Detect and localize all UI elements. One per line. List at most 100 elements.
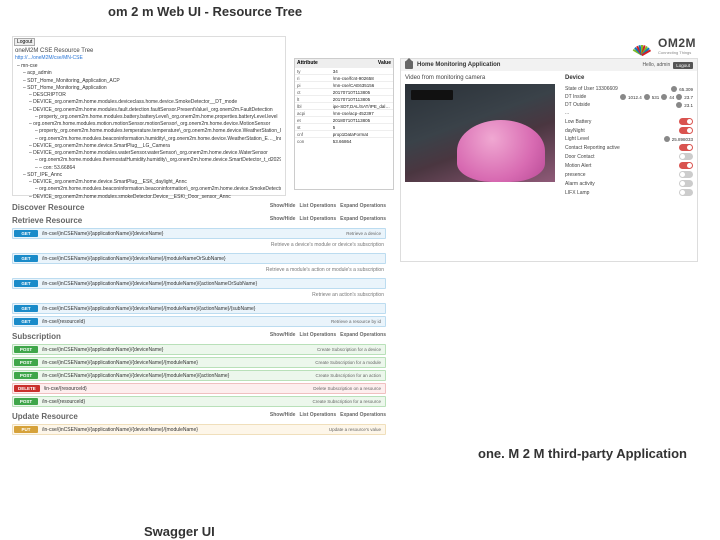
attr-val: prop1DataFormat <box>333 132 391 137</box>
swagger-toolbar-link[interactable]: List Operations <box>299 412 336 418</box>
attr-key: et <box>297 118 333 123</box>
http-method-badge: GET <box>14 305 38 312</box>
device-name: Motion Alert <box>565 163 677 169</box>
logout-button[interactable]: Logout <box>14 38 35 46</box>
http-method-badge: POST <box>14 346 38 353</box>
swagger-section-title[interactable]: Retrieve ResourceShow/HideList Operation… <box>12 213 386 226</box>
http-method-badge: POST <box>14 398 38 405</box>
swagger-toolbar-link[interactable]: Expand Operations <box>340 203 386 209</box>
device-name: LIFX Lamp <box>565 190 677 196</box>
tree-node[interactable]: – – con: 53.66864 <box>17 165 281 172</box>
toggle-switch[interactable] <box>679 144 693 151</box>
http-method-badge: DELETE <box>14 385 40 392</box>
swagger-section-title[interactable]: SubscriptionShow/HideList OperationsExpa… <box>12 329 386 342</box>
logo-icon <box>628 32 654 58</box>
endpoint-desc: Delete Subscription on a resource <box>310 386 384 391</box>
om2m-logo: OM2M Connecting Things <box>628 32 696 58</box>
swagger-panel: Discover ResourceShow/HideList Operation… <box>12 200 386 520</box>
attr-val: 20170710T113805 <box>333 90 391 95</box>
toggle-switch[interactable] <box>679 171 693 178</box>
swagger-toolbar-link[interactable]: Show/Hide <box>270 216 296 222</box>
swagger-operation[interactable]: GET/in-cse/{inCSEName}/{applicationName}… <box>12 303 386 314</box>
metric-value: 23.1 <box>684 103 693 108</box>
tree-node[interactable]: – DEVICE_org.onem2m.home.modules.devicec… <box>17 99 281 106</box>
device-row: dayNight <box>565 126 693 135</box>
toggle-switch[interactable] <box>679 162 693 169</box>
tree-node[interactable]: – SDT_IPE_Annc <box>17 172 281 179</box>
tree-node[interactable]: – org.onem2m.home.modules.thermostatHumi… <box>17 157 281 164</box>
attr-row: con53.66864 <box>295 137 393 144</box>
swagger-toolbar-link[interactable]: Expand Operations <box>340 216 386 222</box>
swagger-operation[interactable]: POST/in-cse/{inCSEName}/{applicationName… <box>12 357 386 368</box>
toggle-switch[interactable] <box>679 180 693 187</box>
swagger-toolbar-link[interactable]: List Operations <box>299 332 336 338</box>
toggle-switch[interactable] <box>679 153 693 160</box>
toggle-switch[interactable] <box>679 189 693 196</box>
attr-row: et20180710T113805 <box>295 116 393 123</box>
home-logout-button[interactable]: Logout <box>673 62 693 69</box>
attr-key: ri <box>297 76 333 81</box>
swagger-operation[interactable]: DELETE/in-cse/{resourceId}Delete Subscri… <box>12 383 386 394</box>
tree-node[interactable]: – org.onem2m.home.modules.motion.motionS… <box>17 121 281 128</box>
attr-val: 53.66864 <box>333 139 391 144</box>
attr-col-name: Attribute <box>297 60 378 66</box>
tree-node[interactable]: – property_org.onem2m.home.modules.tempe… <box>17 128 281 135</box>
swagger-operation[interactable]: GET/in-cse/{resourceId}Retrieve a resour… <box>12 316 386 327</box>
swagger-section-title[interactable]: Update ResourceShow/HideList OperationsE… <box>12 409 386 422</box>
toggle-switch[interactable] <box>679 127 693 134</box>
swagger-toolbar-link[interactable]: Show/Hide <box>270 203 296 209</box>
metric-value: 531 <box>652 95 660 100</box>
tree-node[interactable]: – DEVICE_org.onem2m.home.device.SmartPlu… <box>17 143 281 150</box>
swagger-operation[interactable]: POST/in-cse/{inCSEName}/{applicationName… <box>12 370 386 381</box>
metric-value: 65.309 <box>679 87 693 92</box>
swagger-section-title[interactable]: Discover ResourceShow/HideList Operation… <box>12 200 386 213</box>
video-feed[interactable]: D* Camera <box>405 84 555 182</box>
swagger-toolbar-link[interactable]: Expand Operations <box>340 412 386 418</box>
tree-node[interactable]: – DEVICE_org.onem2m.home.modules.waterSe… <box>17 150 281 157</box>
swagger-operation[interactable]: PUT/in-cse/{inCSEName}/{applicationName}… <box>12 424 386 435</box>
tree-node[interactable]: – DESCRIPTOR <box>17 92 281 99</box>
swagger-toolbar-link[interactable]: Expand Operations <box>340 332 386 338</box>
http-method-badge: PUT <box>14 426 38 433</box>
metric-icon <box>671 86 677 92</box>
video-content <box>457 120 545 182</box>
swagger-toolbar-link[interactable]: Show/Hide <box>270 332 296 338</box>
metric-value: 25.898033 <box>672 137 693 142</box>
swagger-operation[interactable]: GET/in-cse/{inCSEName}/{applicationName}… <box>12 253 386 264</box>
swagger-operation[interactable]: POST/in-cse/{inCSEName}/{applicationName… <box>12 344 386 355</box>
tree-node[interactable]: – mn-cse <box>17 63 281 70</box>
home-titlebar: Home Monitoring Application Hello, admin… <box>401 59 697 71</box>
metric-icon <box>661 94 667 100</box>
tree-node[interactable]: – org.onem2m.home.modules.beaconinformat… <box>17 186 281 193</box>
tree-node[interactable]: – acp_admin <box>17 70 281 77</box>
swagger-toolbar-link[interactable]: Show/Hide <box>270 412 296 418</box>
attr-key: con <box>297 139 333 144</box>
toggle-switch[interactable] <box>679 118 693 125</box>
attr-val: /mn-cse/CAE635156 <box>333 83 391 88</box>
device-row: DT Outside23.1 <box>565 101 693 109</box>
endpoint-path: /in-cse/{inCSEName}/{applicationName}/{d… <box>42 281 378 287</box>
tree-node[interactable]: – property_org.onem2m.home.modules.batte… <box>17 114 281 121</box>
http-method-badge: GET <box>14 230 38 237</box>
tree-node[interactable]: – org.onem2m.home.modules.beaconinformat… <box>17 136 281 143</box>
video-title: Video from monitoring camera <box>405 75 555 81</box>
attributes-header: Attribute Value <box>295 59 393 67</box>
logo-subtitle: Connecting Things <box>658 50 696 55</box>
tree-node[interactable]: – SDT_Home_Monitoring_Application <box>17 85 281 92</box>
tree-body: – mn-cse– acp_admin– SDT_Home_Monitoring… <box>13 61 285 210</box>
tree-node[interactable]: – DEVICE_org.onem2m.home.device.SmartPlu… <box>17 179 281 186</box>
metric-value: 1012.4 <box>628 95 642 100</box>
swagger-toolbar-link[interactable]: List Operations <box>299 203 336 209</box>
swagger-toolbar-link[interactable]: List Operations <box>299 216 336 222</box>
tree-node[interactable]: – DEVICE_org.onem2m.home.modules.fault.d… <box>17 107 281 114</box>
swagger-operation[interactable]: POST/in-cse/{resourceId}Create Subscript… <box>12 396 386 407</box>
metric-icon <box>664 136 670 142</box>
swagger-operation[interactable]: GET/in-cse/{inCSEName}/{applicationName}… <box>12 228 386 239</box>
device-header: Device <box>565 75 693 81</box>
tree-node[interactable]: – SDT_Home_Monitoring_Application_ACP <box>17 78 281 85</box>
device-row: Motion Alert <box>565 161 693 170</box>
swagger-operation[interactable]: GET/in-cse/{inCSEName}/{applicationName}… <box>12 278 386 289</box>
attr-col-value: Value <box>378 60 391 66</box>
home-user-greeting: Hello, admin <box>642 62 670 68</box>
slide-title-tree: om 2 m Web UI - Resource Tree <box>108 4 302 19</box>
